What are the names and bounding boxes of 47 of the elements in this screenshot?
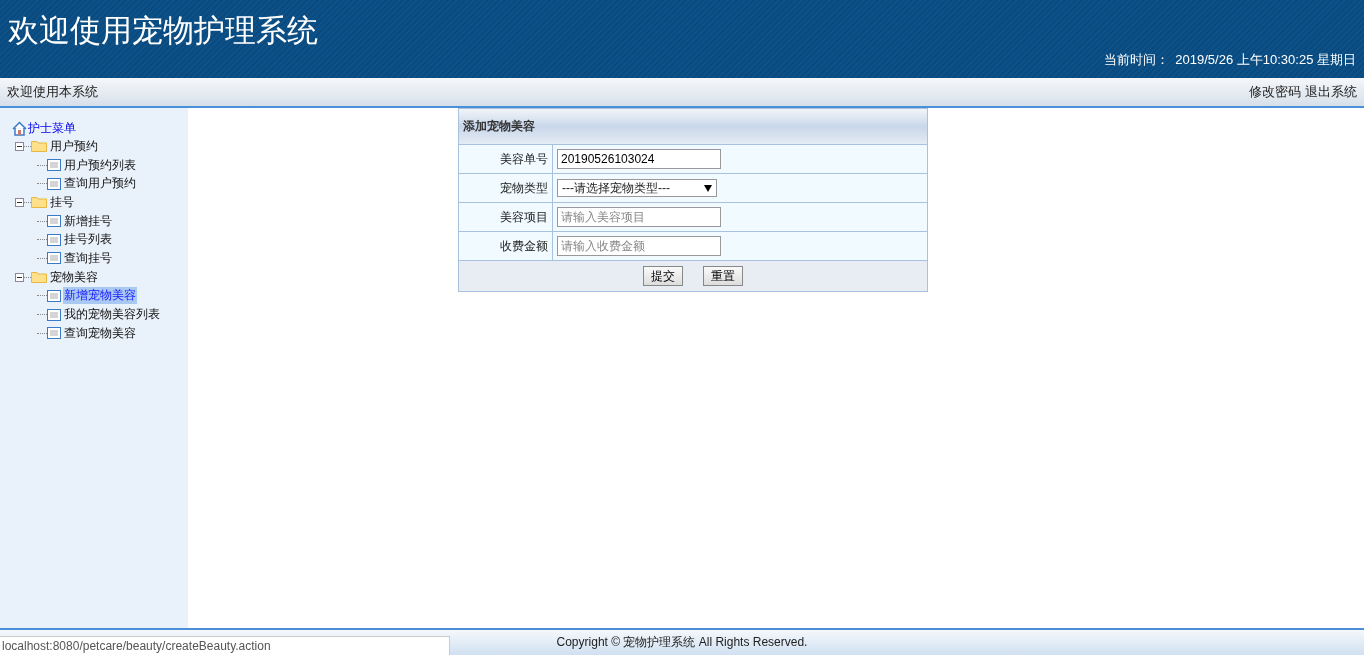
field-label: 收费金额: [459, 232, 553, 260]
nav-link[interactable]: 退出系统: [1305, 83, 1357, 101]
folder-icon: [31, 196, 47, 209]
tree-group[interactable]: 宠物美容: [49, 268, 99, 286]
page-icon: [47, 308, 61, 321]
collapse-icon[interactable]: [15, 197, 24, 207]
tree-item[interactable]: 查询用户预约: [63, 175, 137, 193]
current-time: 2019/5/26 上午10:30:25 星期日: [1175, 51, 1356, 69]
tree-item[interactable]: 新增挂号: [63, 212, 113, 230]
tree-item[interactable]: 查询挂号: [63, 249, 113, 267]
page-icon: [47, 252, 61, 265]
collapse-icon[interactable]: [15, 141, 24, 151]
input-field[interactable]: 请输入美容项目: [557, 207, 721, 227]
folder-icon: [31, 271, 47, 284]
input-field[interactable]: 请输入收费金额: [557, 236, 721, 256]
page-icon: [47, 177, 61, 190]
field-label: 美容单号: [459, 145, 553, 173]
form-title: 添加宠物美容: [459, 109, 927, 145]
form-button[interactable]: 重置: [703, 266, 743, 286]
app-title: 欢迎使用宠物护理系统: [8, 12, 318, 50]
page-icon: [47, 215, 61, 228]
tree-item[interactable]: 用户预约列表: [63, 156, 137, 174]
tree-item[interactable]: 我的宠物美容列表: [63, 306, 161, 324]
tree-item[interactable]: 新增宠物美容: [63, 287, 137, 305]
tree-item[interactable]: 查询宠物美容: [63, 324, 137, 342]
tree-root[interactable]: 护士菜单: [28, 119, 76, 137]
form-button[interactable]: 提交: [643, 266, 683, 286]
copyright-text: Copyright © 宠物护理系统 All Rights Reserved.: [556, 634, 808, 651]
folder-icon: [31, 140, 47, 153]
input-field[interactable]: 20190526103024: [557, 149, 721, 169]
page-icon: [47, 289, 61, 302]
field-label: 宠物类型: [459, 174, 553, 202]
page-icon: [47, 233, 61, 246]
welcome-text: 欢迎使用本系统: [7, 83, 98, 101]
tree-group[interactable]: 挂号: [49, 193, 75, 211]
collapse-icon[interactable]: [15, 272, 24, 282]
nav-link[interactable]: 修改密码: [1249, 83, 1301, 101]
tree-item[interactable]: 挂号列表: [63, 231, 113, 249]
pet-type-select[interactable]: ---请选择宠物类型---: [557, 179, 717, 197]
page-icon: [47, 327, 61, 340]
dropdown-caret-icon: [704, 184, 712, 192]
home-icon: [12, 120, 27, 136]
tree-group[interactable]: 用户预约: [49, 137, 99, 155]
field-label: 美容项目: [459, 203, 553, 231]
time-label: 当前时间：: [1104, 51, 1170, 69]
page-icon: [47, 159, 61, 172]
status-url: localhost:8080/petcare/beauty/createBeauty.action: [0, 636, 450, 655]
